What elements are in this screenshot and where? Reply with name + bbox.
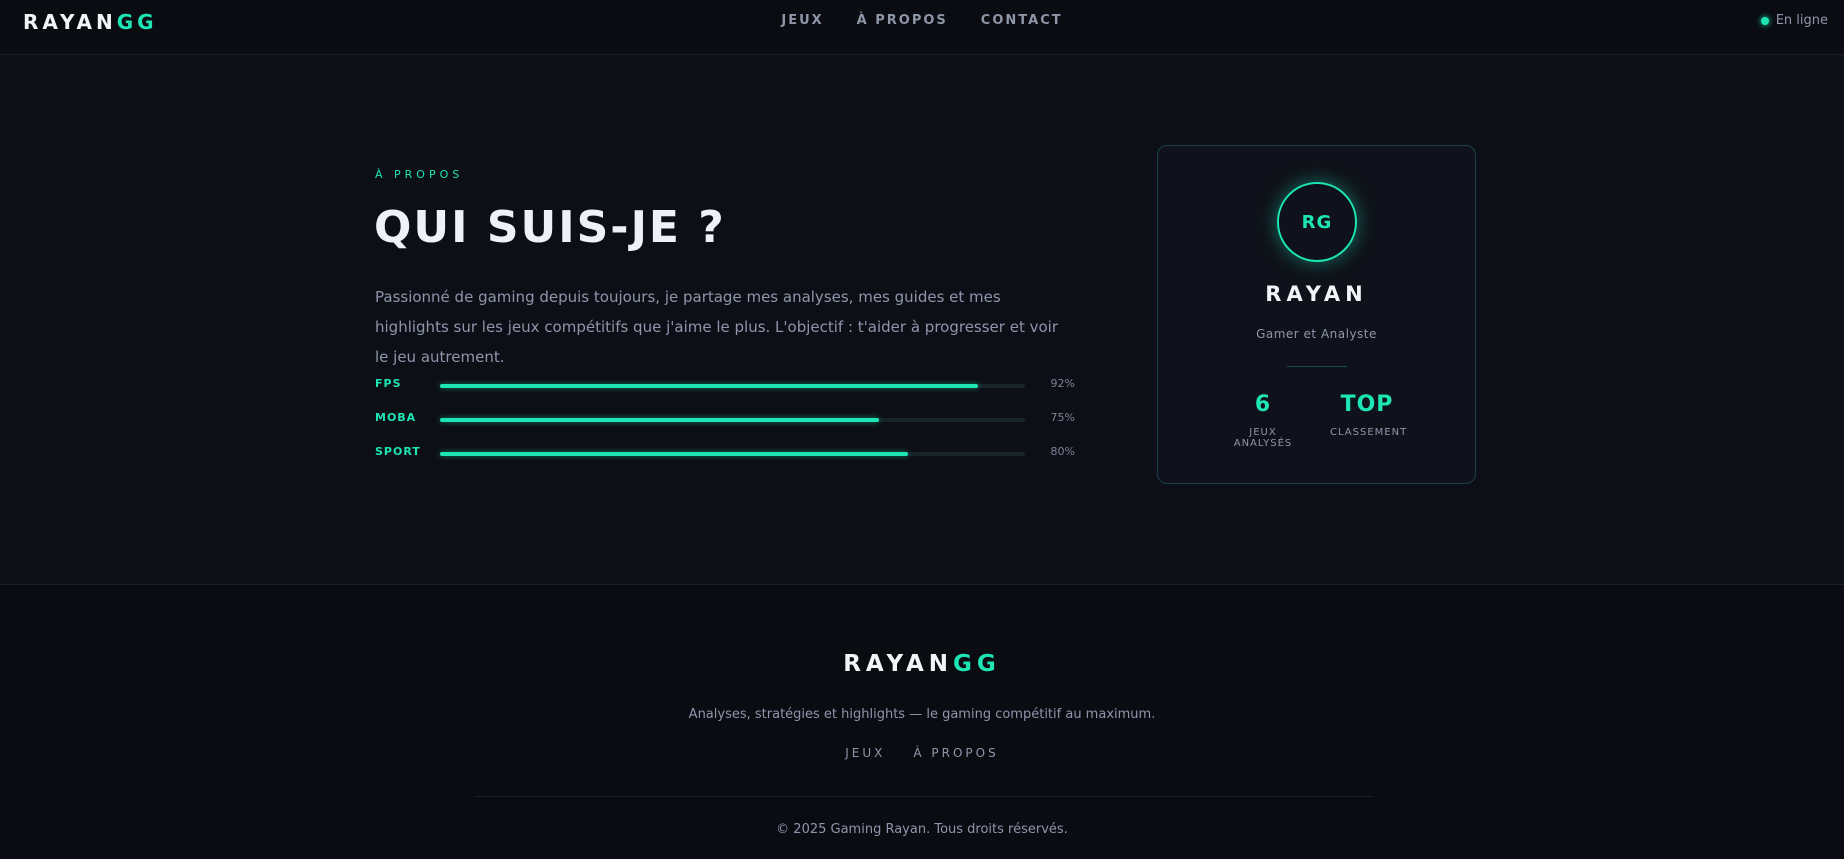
skills-list: FPS 92% MOBA 75% SPORT 80% <box>375 377 1075 479</box>
nav-link-jeux[interactable]: JEUX <box>781 13 823 28</box>
footer-copyright: © 2025 Gaming Rayan. Tous droits réservé… <box>776 822 1068 837</box>
skill-percent: 75% <box>1050 411 1075 424</box>
stat-value: 6 <box>1254 392 1272 417</box>
footer-logo-accent: GG <box>953 651 1001 677</box>
skill-label: MOBA <box>375 411 417 424</box>
skill-bar-track <box>440 384 1025 388</box>
skill-percent: 80% <box>1050 445 1075 458</box>
status-dot-icon <box>1760 16 1769 25</box>
profile-card: RG RAYAN Gamer et Analyste 6 JEUX ANALYS… <box>1157 145 1476 484</box>
footer-divider <box>475 796 1374 797</box>
footer-tagline: Analyses, stratégies et highlights — le … <box>688 707 1156 722</box>
nav-link-a-propos[interactable]: À PROPOS <box>857 13 948 28</box>
main-nav: JEUX À PROPOS CONTACT <box>0 13 1844 28</box>
footer-nav: JEUX À PROPOS <box>0 746 1844 760</box>
skill-bar-fill <box>440 384 979 388</box>
footer-logo[interactable]: RAYANGG <box>0 651 1844 677</box>
skill-bar-track <box>440 452 1025 456</box>
profile-role: Gamer et Analyste <box>1256 327 1377 341</box>
skill-label: SPORT <box>375 445 421 458</box>
section-title: QUI SUIS-JE ? <box>374 202 726 253</box>
skill-bar-fill <box>440 452 908 456</box>
nav-link-contact[interactable]: CONTACT <box>981 13 1063 28</box>
stat-label: CLASSEMENT <box>1330 427 1408 438</box>
status-text: En ligne <box>1775 13 1828 28</box>
stat-ranking: TOP CLASSEMENT <box>1330 392 1408 438</box>
stat-value: TOP <box>1340 392 1394 417</box>
footer-link-a-propos[interactable]: À PROPOS <box>913 746 998 760</box>
skill-bar-fill <box>440 418 879 422</box>
footer-link-jeux[interactable]: JEUX <box>845 746 885 760</box>
skill-bar-track <box>440 418 1025 422</box>
stat-label: JEUX ANALYSÉS <box>1233 427 1293 449</box>
profile-name: RAYAN <box>1265 282 1368 306</box>
card-divider <box>1287 366 1347 367</box>
site-footer: RAYANGG Analyses, stratégies et highligh… <box>0 584 1844 859</box>
section-eyebrow: À PROPOS <box>375 168 464 181</box>
avatar: RG <box>1277 182 1357 262</box>
stat-games-analyzed: 6 JEUX ANALYSÉS <box>1220 392 1306 449</box>
about-paragraph: Passionné de gaming depuis toujours, je … <box>375 288 1058 366</box>
skill-row-fps: FPS 92% <box>375 377 1075 411</box>
skill-row-moba: MOBA 75% <box>375 411 1075 445</box>
top-navbar: RAYANGG JEUX À PROPOS CONTACT En ligne <box>0 0 1844 55</box>
online-status: En ligne <box>1760 13 1828 28</box>
footer-logo-main: RAYAN <box>843 651 954 677</box>
skill-row-sport: SPORT 80% <box>375 445 1075 479</box>
skill-label: FPS <box>375 377 402 390</box>
skill-percent: 92% <box>1050 377 1075 390</box>
